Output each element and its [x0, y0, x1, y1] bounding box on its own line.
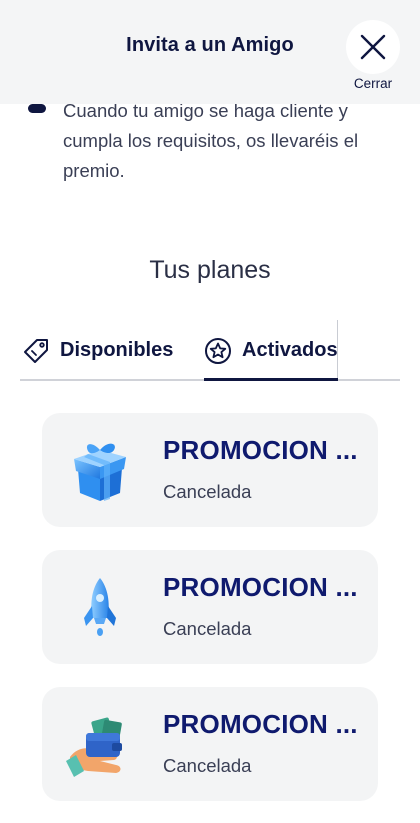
plans-tabs: Disponibles Activados — [20, 320, 400, 382]
info-bullet: Cuando tu amigo se haga cliente y cumpla… — [0, 96, 420, 196]
card-title: PROMOCION ... — [163, 572, 358, 602]
header-bar: Invita a un Amigo Cerrar — [0, 0, 420, 104]
wallet-hand-icon — [64, 709, 136, 781]
bullet-marker — [28, 104, 46, 113]
card-title: PROMOCION ... — [163, 435, 358, 465]
tab-activados[interactable]: Activados — [204, 320, 338, 381]
plan-card[interactable]: PROMOCION ... Cancelada — [42, 413, 378, 527]
close-icon — [360, 34, 386, 60]
info-text: Cuando tu amigo se haga cliente y cumpla… — [63, 100, 359, 181]
star-badge-icon — [204, 337, 232, 365]
card-status: Cancelada — [163, 618, 252, 639]
card-status: Cancelada — [163, 481, 252, 502]
close-label[interactable]: Cerrar — [340, 76, 406, 91]
plans-title: Tus planes — [149, 256, 271, 284]
rocket-icon — [64, 572, 136, 644]
close-button[interactable] — [346, 20, 400, 74]
card-title: PROMOCION ... — [163, 709, 358, 739]
tab-disponibles-label: Disponibles — [60, 339, 174, 361]
plan-card[interactable]: PROMOCION ... Cancelada — [42, 550, 378, 664]
tab-disponibles[interactable]: Disponibles — [22, 320, 182, 381]
card-status: Cancelada — [163, 755, 252, 776]
plan-card[interactable]: PROMOCION ... Cancelada — [42, 687, 378, 801]
tag-icon — [22, 337, 50, 365]
active-tab-indicator — [204, 378, 338, 381]
tab-activados-label: Activados — [242, 339, 338, 361]
gift-box-icon — [64, 435, 136, 507]
